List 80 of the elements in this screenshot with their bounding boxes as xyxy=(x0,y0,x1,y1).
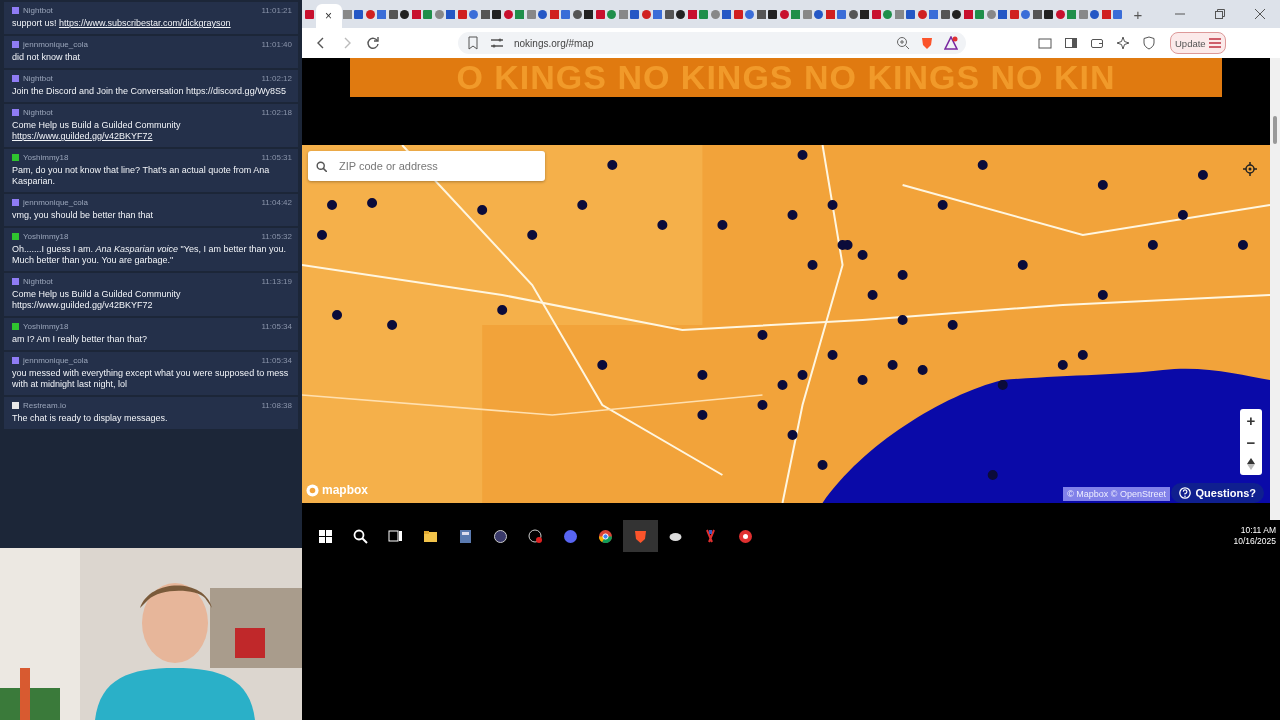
logo-text: mapbox xyxy=(322,483,368,497)
menu-icon xyxy=(1208,38,1221,48)
zoom-out-button[interactable]: − xyxy=(1240,431,1262,453)
chrome-icon[interactable] xyxy=(598,528,613,544)
username: Nightbot xyxy=(23,277,54,286)
message-time: 11:13:19 xyxy=(261,277,292,286)
wallet-icon xyxy=(1090,36,1104,50)
gauge-icon[interactable] xyxy=(528,528,543,544)
scrollbar[interactable] xyxy=(1270,58,1280,520)
message-text: support us! https://www.subscribestar.com/dickgrayson xyxy=(12,18,232,29)
username: Yoshimmy18 xyxy=(23,232,70,241)
zoom-icon xyxy=(896,36,910,50)
message-text: Oh.......I guess I am. Ana Kasparian voice "Yes, I am better than you. Much better than you. You are garbage." xyxy=(12,244,288,266)
username: jennmonique_cola xyxy=(23,356,89,365)
browser-tab[interactable]: × xyxy=(315,4,342,28)
map-attribution: © Mapbox © OpenStreet xyxy=(1063,487,1170,501)
task-view-icon[interactable] xyxy=(388,528,403,544)
help-icon xyxy=(1179,487,1192,499)
logo-icon xyxy=(306,483,319,497)
username: jennmonique_cola xyxy=(23,40,89,49)
username: Yoshimmy18 xyxy=(23,153,70,162)
username: Yoshimmy18 xyxy=(23,322,70,331)
windows-icon[interactable] xyxy=(318,528,333,544)
message-text: am I? Am I really better than that? xyxy=(12,334,149,345)
update-button[interactable]: Update xyxy=(1170,32,1226,54)
search-icon xyxy=(316,160,327,172)
questions-button[interactable]: Questions? xyxy=(1171,483,1264,503)
site-settings-icon xyxy=(490,36,504,50)
clock-date: 10/16/2025 xyxy=(1233,536,1276,547)
username: Nightbot xyxy=(23,6,54,15)
new-tab-button[interactable]: + xyxy=(1127,5,1149,23)
reload-icon xyxy=(366,36,380,50)
message-time: 11:01:21 xyxy=(261,6,292,15)
message-time: 11:05:31 xyxy=(261,153,292,162)
chat-app-icon[interactable] xyxy=(563,528,578,544)
message-text: Come Help us Build a Guilded Community https://www.guilded.gg/v42BKYF72 xyxy=(12,289,182,311)
record-icon[interactable] xyxy=(738,528,753,544)
message-text: Join the Discord and Join the Conversation https://discord.gg/Wy8S5 xyxy=(12,86,288,97)
username: jennmonique_cola xyxy=(23,198,89,207)
username: Restream.io xyxy=(23,401,68,410)
username: Nightbot xyxy=(23,74,54,83)
folder-icon[interactable] xyxy=(423,528,438,544)
message-text: The chat is ready to display messages. xyxy=(12,413,169,424)
sparkle-icon xyxy=(1116,36,1130,50)
message-text: did not know that xyxy=(12,52,82,63)
message-time: 11:04:42 xyxy=(261,198,292,207)
message-time: 11:08:38 xyxy=(261,401,292,410)
sidebar-icon xyxy=(1064,36,1078,50)
message-time: 11:01:40 xyxy=(261,40,292,49)
restore-icon xyxy=(1215,9,1225,19)
message-time: 11:02:18 xyxy=(261,108,292,117)
zoom-in-button[interactable]: + xyxy=(1240,409,1262,431)
bookmark-icon xyxy=(466,36,480,50)
message-text: you messed with everything except what you were supposed to mess with at midnight last night, lol xyxy=(12,368,290,390)
compass-icon xyxy=(1247,458,1255,470)
clock-time: 10:11 AM xyxy=(1240,525,1276,536)
address-bar[interactable]: nokings.org/#map xyxy=(458,32,966,54)
search-input[interactable]: ZIP code or address xyxy=(337,159,537,173)
crosshair-icon xyxy=(1243,162,1257,176)
lion-shield-icon[interactable] xyxy=(633,528,648,544)
scissors-icon[interactable] xyxy=(703,528,718,544)
message-text: Pam, do you not know that line? That's an actual quote from Ana Kasparian. xyxy=(12,165,271,187)
shield-icon xyxy=(920,36,934,50)
triangle-icon xyxy=(944,36,958,50)
screenshot-icon xyxy=(1038,36,1052,50)
message-time: 11:05:32 xyxy=(261,232,292,241)
username: Nightbot xyxy=(23,108,54,117)
vpn-shield-icon xyxy=(1142,36,1156,50)
message-link[interactable]: https://www.subscribestar.com/dickgrayson xyxy=(59,18,231,28)
search-field[interactable]: ZIP code or address xyxy=(308,151,545,181)
message-time: 11:05:34 xyxy=(261,356,292,365)
message-time: 11:02:12 xyxy=(261,74,292,83)
search-icon[interactable] xyxy=(353,528,368,544)
message-text: Come Help us Build a Guilded Community https://www.guilded.gg/v42BKYF72 xyxy=(12,120,182,142)
message-time: 11:05:34 xyxy=(261,322,292,331)
message-text: vmg, you should be better than that xyxy=(12,210,155,221)
message-link[interactable]: https://www.guilded.gg/v42BKYF72 xyxy=(12,131,153,141)
url-text: nokings.org/#map xyxy=(514,37,595,49)
calculator-icon[interactable] xyxy=(458,528,473,544)
close-icon xyxy=(1255,9,1265,19)
